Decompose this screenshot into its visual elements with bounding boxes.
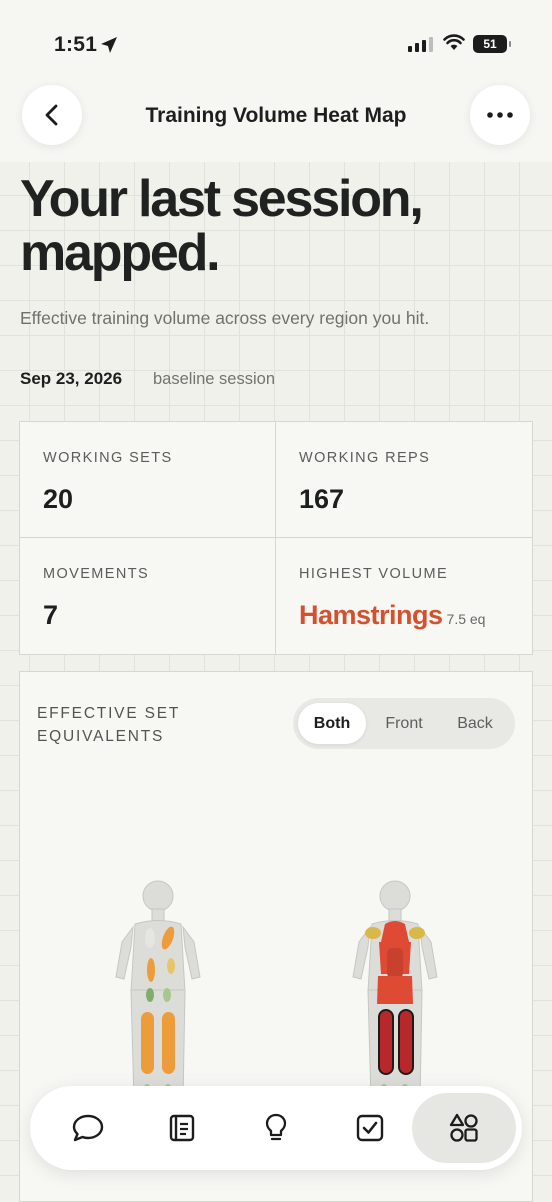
highest-volume-region: Hamstrings bbox=[299, 600, 443, 630]
heat-region-adductors-left bbox=[146, 988, 154, 1002]
view-segmented-control: Both Front Back bbox=[293, 698, 515, 749]
heat-region-lower-back bbox=[387, 948, 403, 978]
battery-icon: 51 bbox=[473, 35, 511, 53]
stats-grid: WORKING SETS 20 WORKING REPS 167 MOVEMEN… bbox=[19, 421, 533, 655]
headline: Your last session, mapped. bbox=[20, 170, 424, 282]
highest-volume-unit: 7.5 eq bbox=[446, 611, 486, 627]
segment-both[interactable]: Both bbox=[298, 703, 366, 744]
cellular-signal-icon bbox=[408, 36, 433, 52]
stat-working-sets: WORKING SETS 20 bbox=[20, 422, 275, 537]
journal-icon bbox=[169, 1114, 195, 1142]
heat-region-quad-right bbox=[162, 1012, 175, 1074]
stat-value: Hamstrings 7.5 eq bbox=[299, 600, 485, 631]
chat-bubble-icon bbox=[72, 1114, 104, 1142]
tab-more[interactable] bbox=[412, 1093, 516, 1163]
bottom-tab-bar bbox=[30, 1086, 522, 1170]
heat-region-quad-left bbox=[141, 1012, 154, 1074]
tab-tasks[interactable] bbox=[340, 1098, 400, 1158]
heat-region-rear-delt-left bbox=[365, 927, 381, 939]
card-title: EFFECTIVE SET EQUIVALENTS bbox=[37, 705, 180, 745]
heat-region-abs bbox=[147, 958, 155, 982]
stat-value: 7 bbox=[43, 600, 59, 630]
location-arrow-icon bbox=[101, 37, 117, 53]
more-options-button[interactable] bbox=[470, 85, 530, 145]
status-bar: 1:51 51 bbox=[0, 0, 552, 92]
checkbox-icon bbox=[356, 1114, 384, 1142]
heat-region-rear-delt-right bbox=[409, 927, 425, 939]
heat-region-traps bbox=[381, 921, 409, 942]
heat-region-chest-right bbox=[145, 928, 155, 948]
session-note: baseline session bbox=[153, 370, 275, 388]
tab-insights[interactable] bbox=[246, 1098, 306, 1158]
heat-region-adductors-right bbox=[163, 988, 171, 1002]
lightbulb-icon bbox=[265, 1113, 287, 1141]
session-date: Sep 23, 2026 bbox=[20, 369, 123, 388]
stat-label: WORKING SETS bbox=[43, 450, 173, 466]
stat-working-reps: WORKING REPS 167 bbox=[276, 422, 531, 537]
heat-region-glutes bbox=[377, 976, 413, 1004]
shapes-icon bbox=[449, 1113, 478, 1142]
tab-journal[interactable] bbox=[151, 1098, 211, 1158]
stat-label: WORKING REPS bbox=[299, 450, 431, 466]
subheadline: Effective training volume across every r… bbox=[20, 308, 430, 328]
status-time: 1:51 bbox=[54, 33, 98, 56]
heat-region-hamstring-right bbox=[398, 1009, 414, 1075]
heat-region-hamstring-left bbox=[378, 1009, 394, 1075]
stat-value: 20 bbox=[43, 484, 74, 514]
segment-front[interactable]: Front bbox=[369, 703, 439, 744]
body-back-figure bbox=[352, 880, 438, 1101]
stat-movements: MOVEMENTS 7 bbox=[20, 538, 275, 653]
stat-label: MOVEMENTS bbox=[43, 566, 150, 582]
tab-chat[interactable] bbox=[58, 1098, 118, 1158]
stat-highest-volume: HIGHEST VOLUME Hamstrings 7.5 eq bbox=[276, 538, 531, 653]
wifi-icon bbox=[443, 34, 465, 50]
heat-region-obliques bbox=[167, 958, 175, 974]
stat-label: HIGHEST VOLUME bbox=[299, 566, 449, 582]
ellipsis-icon bbox=[487, 112, 513, 118]
segment-back[interactable]: Back bbox=[441, 703, 509, 744]
stat-value: 167 bbox=[299, 484, 345, 514]
body-front-figure bbox=[115, 880, 201, 1101]
